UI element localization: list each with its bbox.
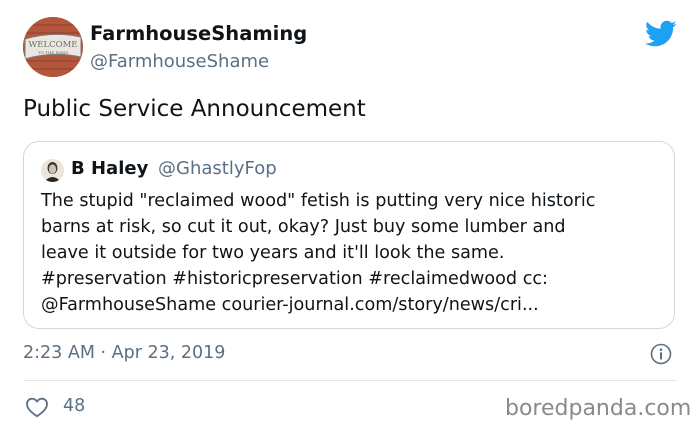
like-count: 48	[63, 396, 86, 416]
heart-icon[interactable]	[25, 396, 49, 418]
quote-text-line: #preservation #historicpreservation #rec…	[41, 269, 548, 289]
avatar-image: WELCOME TO THE FARM	[23, 17, 83, 77]
twitter-bird-icon[interactable]	[645, 20, 677, 48]
author-handle[interactable]: @FarmhouseShame	[90, 51, 269, 72]
tweet-timestamp[interactable]: 2:23 AM · Apr 23, 2019	[23, 343, 225, 363]
quote-text: The stupid "reclaimed wood" fetish is pu…	[41, 188, 661, 318]
quote-author-name[interactable]: B Haley	[71, 158, 148, 179]
quote-text-line: barns at risk, so cut it out, okay? Just…	[41, 217, 566, 237]
info-icon[interactable]	[650, 343, 672, 365]
quote-text-line: The stupid "reclaimed wood" fetish is pu…	[41, 191, 596, 211]
quote-author-avatar[interactable]	[41, 159, 64, 182]
tweet-text: Public Service Announcement	[23, 96, 366, 122]
watermark: boredpanda.com	[505, 396, 692, 421]
avatar-sign-text: WELCOME	[29, 40, 78, 50]
author-display-name[interactable]: FarmhouseShaming	[90, 22, 307, 45]
quote-author-handle[interactable]: @GhastlyFop	[158, 158, 277, 179]
author-avatar[interactable]: WELCOME TO THE FARM	[23, 17, 83, 77]
divider	[23, 380, 677, 381]
quoted-tweet-card[interactable]: B Haley @GhastlyFop The stupid "reclaime…	[23, 141, 675, 329]
avatar-sign-subtext: TO THE FARM	[38, 50, 68, 55]
quote-text-line: @FarmhouseShame courier-journal.com/stor…	[41, 295, 539, 315]
quote-text-line: leave it outside for two years and it'll…	[41, 243, 505, 263]
